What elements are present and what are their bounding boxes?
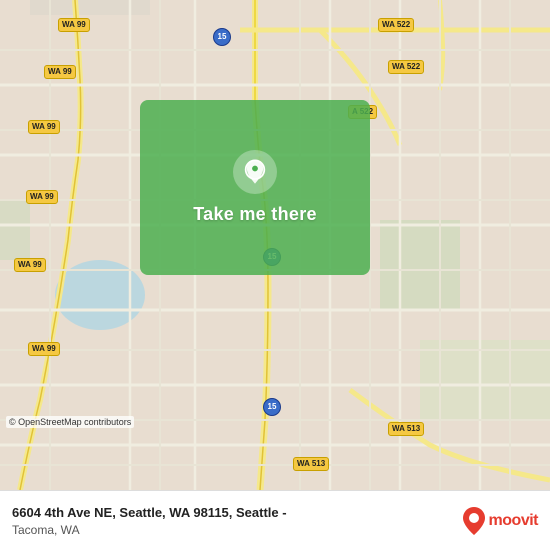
road-badge-wa513-2: WA 513 (293, 457, 329, 471)
road-badge-wa99-3: WA 99 (28, 120, 60, 134)
moovit-logo: moovit (463, 507, 538, 535)
moovit-pin-icon (463, 507, 485, 535)
take-me-there-button[interactable]: Take me there (193, 204, 317, 225)
road-badge-wa513-1: WA 513 (388, 422, 424, 436)
location-pin (233, 150, 277, 194)
map-container: WA 99 WA 99 WA 99 WA 99 WA 99 WA 99 15 1… (0, 0, 550, 490)
osm-credit: © OpenStreetMap contributors (6, 416, 134, 428)
address-info: 6604 4th Ave NE, Seattle, WA 98115, Seat… (12, 504, 463, 536)
road-badge-wa99-2: WA 99 (44, 65, 76, 79)
address-line: 6604 4th Ave NE, Seattle, WA 98115, Seat… (12, 504, 463, 522)
road-badge-wa99-6: WA 99 (28, 342, 60, 356)
pin-svg (241, 158, 269, 186)
road-badge-wa99-4: WA 99 (26, 190, 58, 204)
road-badge-wa99-1: WA 99 (58, 18, 90, 32)
road-badge-wa99-5: WA 99 (14, 258, 46, 272)
road-badge-i15-1: 15 (213, 28, 231, 46)
road-badge-wa522-2: WA 522 (388, 60, 424, 74)
road-badge-wa522-1: WA 522 (378, 18, 414, 32)
city-line: Tacoma, WA (12, 523, 463, 537)
moovit-text: moovit (489, 512, 538, 530)
destination-overlay: Take me there (140, 100, 370, 275)
road-badge-i15-3: 15 (263, 398, 281, 416)
info-bar: 6604 4th Ave NE, Seattle, WA 98115, Seat… (0, 490, 550, 550)
